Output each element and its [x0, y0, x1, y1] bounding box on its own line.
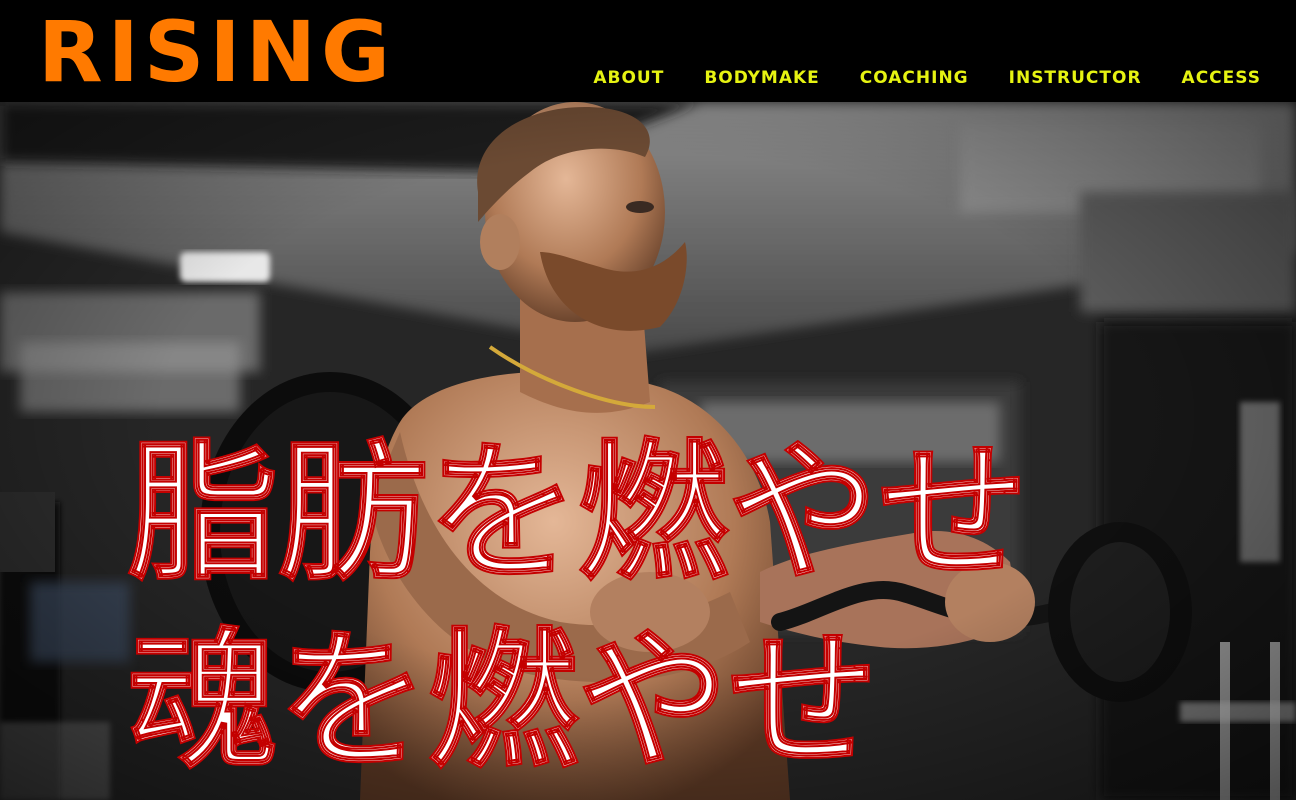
hero-headline-line-2: 魂を燃やせ: [127, 614, 879, 790]
nav-access-link[interactable]: ACCESS: [1182, 68, 1261, 88]
hero-headline-line-1: 脂肪を燃やせ: [127, 426, 1029, 602]
site-header: RISING ABOUT BODYMAKE COACHING INSTRUCTO…: [0, 0, 1296, 102]
nav-coaching-link[interactable]: COACHING: [860, 68, 969, 88]
nav-bodymake-link[interactable]: BODYMAKE: [704, 68, 819, 88]
hero-section: 脂肪を燃やせ 魂を燃やせ: [0, 102, 1296, 800]
main-nav: ABOUT BODYMAKE COACHING INSTRUCTOR ACCES…: [593, 68, 1261, 88]
nav-about-link[interactable]: ABOUT: [593, 68, 664, 88]
nav-instructor-link[interactable]: INSTRUCTOR: [1009, 68, 1142, 88]
site-logo[interactable]: RISING: [38, 4, 395, 100]
hero-headline: 脂肪を燃やせ 魂を燃やせ: [127, 420, 1029, 796]
